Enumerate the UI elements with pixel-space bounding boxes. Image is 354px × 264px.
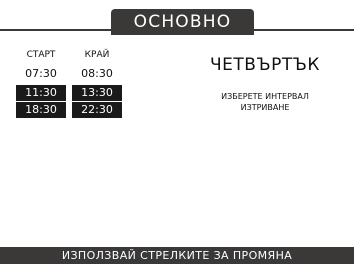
footer-hint: ИЗПОЛЗВАЙ СТРЕЛКИТЕ ЗА ПРОМЯНА	[61, 249, 293, 262]
interval-start: 18:30	[16, 102, 67, 118]
column-header-end: КРАЙ	[84, 50, 110, 60]
column-header-start: СТАРТ	[26, 50, 56, 60]
interval-start: 07:30	[25, 67, 57, 80]
screen-title-text: ОСНОВНО	[133, 12, 232, 32]
day-title: ЧЕТВЪРТЪК	[210, 55, 320, 75]
interval-row-3[interactable]: 18:30 22:30	[16, 102, 124, 118]
interval-end: 08:30	[81, 67, 113, 80]
footer-bar: ИЗПОЛЗВАЙ СТРЕЛКИТЕ ЗА ПРОМЯНА	[0, 247, 354, 264]
instruction-line-1: ИЗБЕРЕТЕ ИНТЕРВАЛ	[221, 92, 309, 101]
screen-title: ОСНОВНО	[111, 9, 254, 35]
header-bar: ОСНОВНО	[0, 0, 354, 35]
instruction-line-2: ИЗТРИВАНЕ	[240, 103, 290, 112]
interval-end: 13:30	[72, 85, 122, 101]
interval-row-2[interactable]: 11:30 13:30	[16, 85, 124, 101]
instruction-text: ИЗБЕРЕТЕ ИНТЕРВАЛ ИЗТРИВАНЕ	[198, 91, 332, 113]
interval-row-1[interactable]: 07:30 08:30	[16, 66, 124, 82]
interval-start: 11:30	[16, 85, 67, 101]
interval-end: 22:30	[72, 102, 122, 118]
